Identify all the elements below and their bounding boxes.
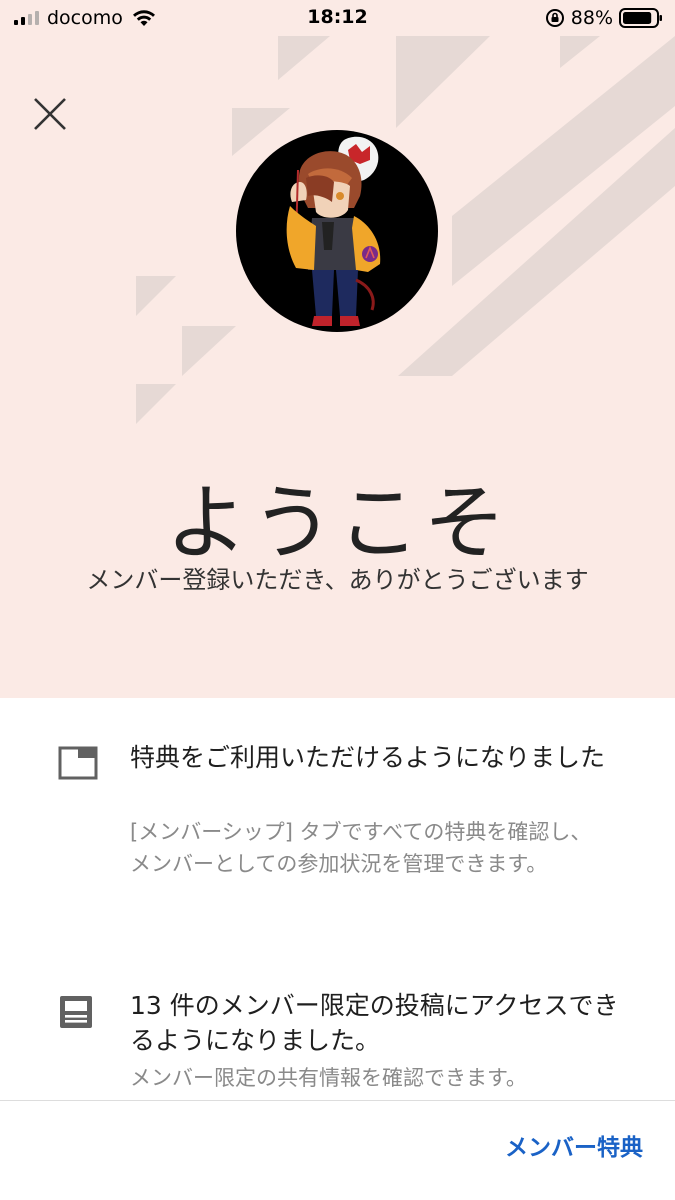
benefit-title: 特典をご利用いただけるようになりました bbox=[130, 743, 606, 772]
avatar-character-illustration bbox=[286, 136, 381, 326]
battery-icon bbox=[619, 8, 662, 28]
benefit-description: [メンバーシップ] タブですべての特典を確認し、メンバーとしての参加状況を管理で… bbox=[130, 820, 592, 876]
benefit-title: 13 件のメンバー限定の投稿にアクセスできるようになりました。 bbox=[130, 991, 619, 1055]
close-icon bbox=[34, 98, 66, 130]
welcome-hero: ようこそ メンバー登録いただき、ありがとうございます bbox=[0, 36, 675, 698]
welcome-subtitle: メンバー登録いただき、ありがとうございます bbox=[86, 566, 589, 594]
benefit-description: メンバー限定の共有情報を確認できます。 bbox=[130, 1066, 527, 1090]
status-bar-right: 88% bbox=[545, 6, 663, 30]
status-bar: docomo 18:12 88% bbox=[0, 0, 675, 36]
member-benefits-button[interactable]: メンバー特典 bbox=[505, 1128, 643, 1162]
close-button[interactable] bbox=[26, 90, 74, 138]
tab-window-icon bbox=[58, 746, 98, 780]
channel-avatar bbox=[236, 130, 438, 332]
posts-list-icon bbox=[60, 996, 92, 1028]
welcome-title: ようこそ bbox=[165, 476, 510, 571]
orientation-lock-icon bbox=[545, 9, 564, 27]
battery-percentage: 88% bbox=[570, 7, 613, 29]
footer-divider bbox=[0, 1100, 675, 1101]
